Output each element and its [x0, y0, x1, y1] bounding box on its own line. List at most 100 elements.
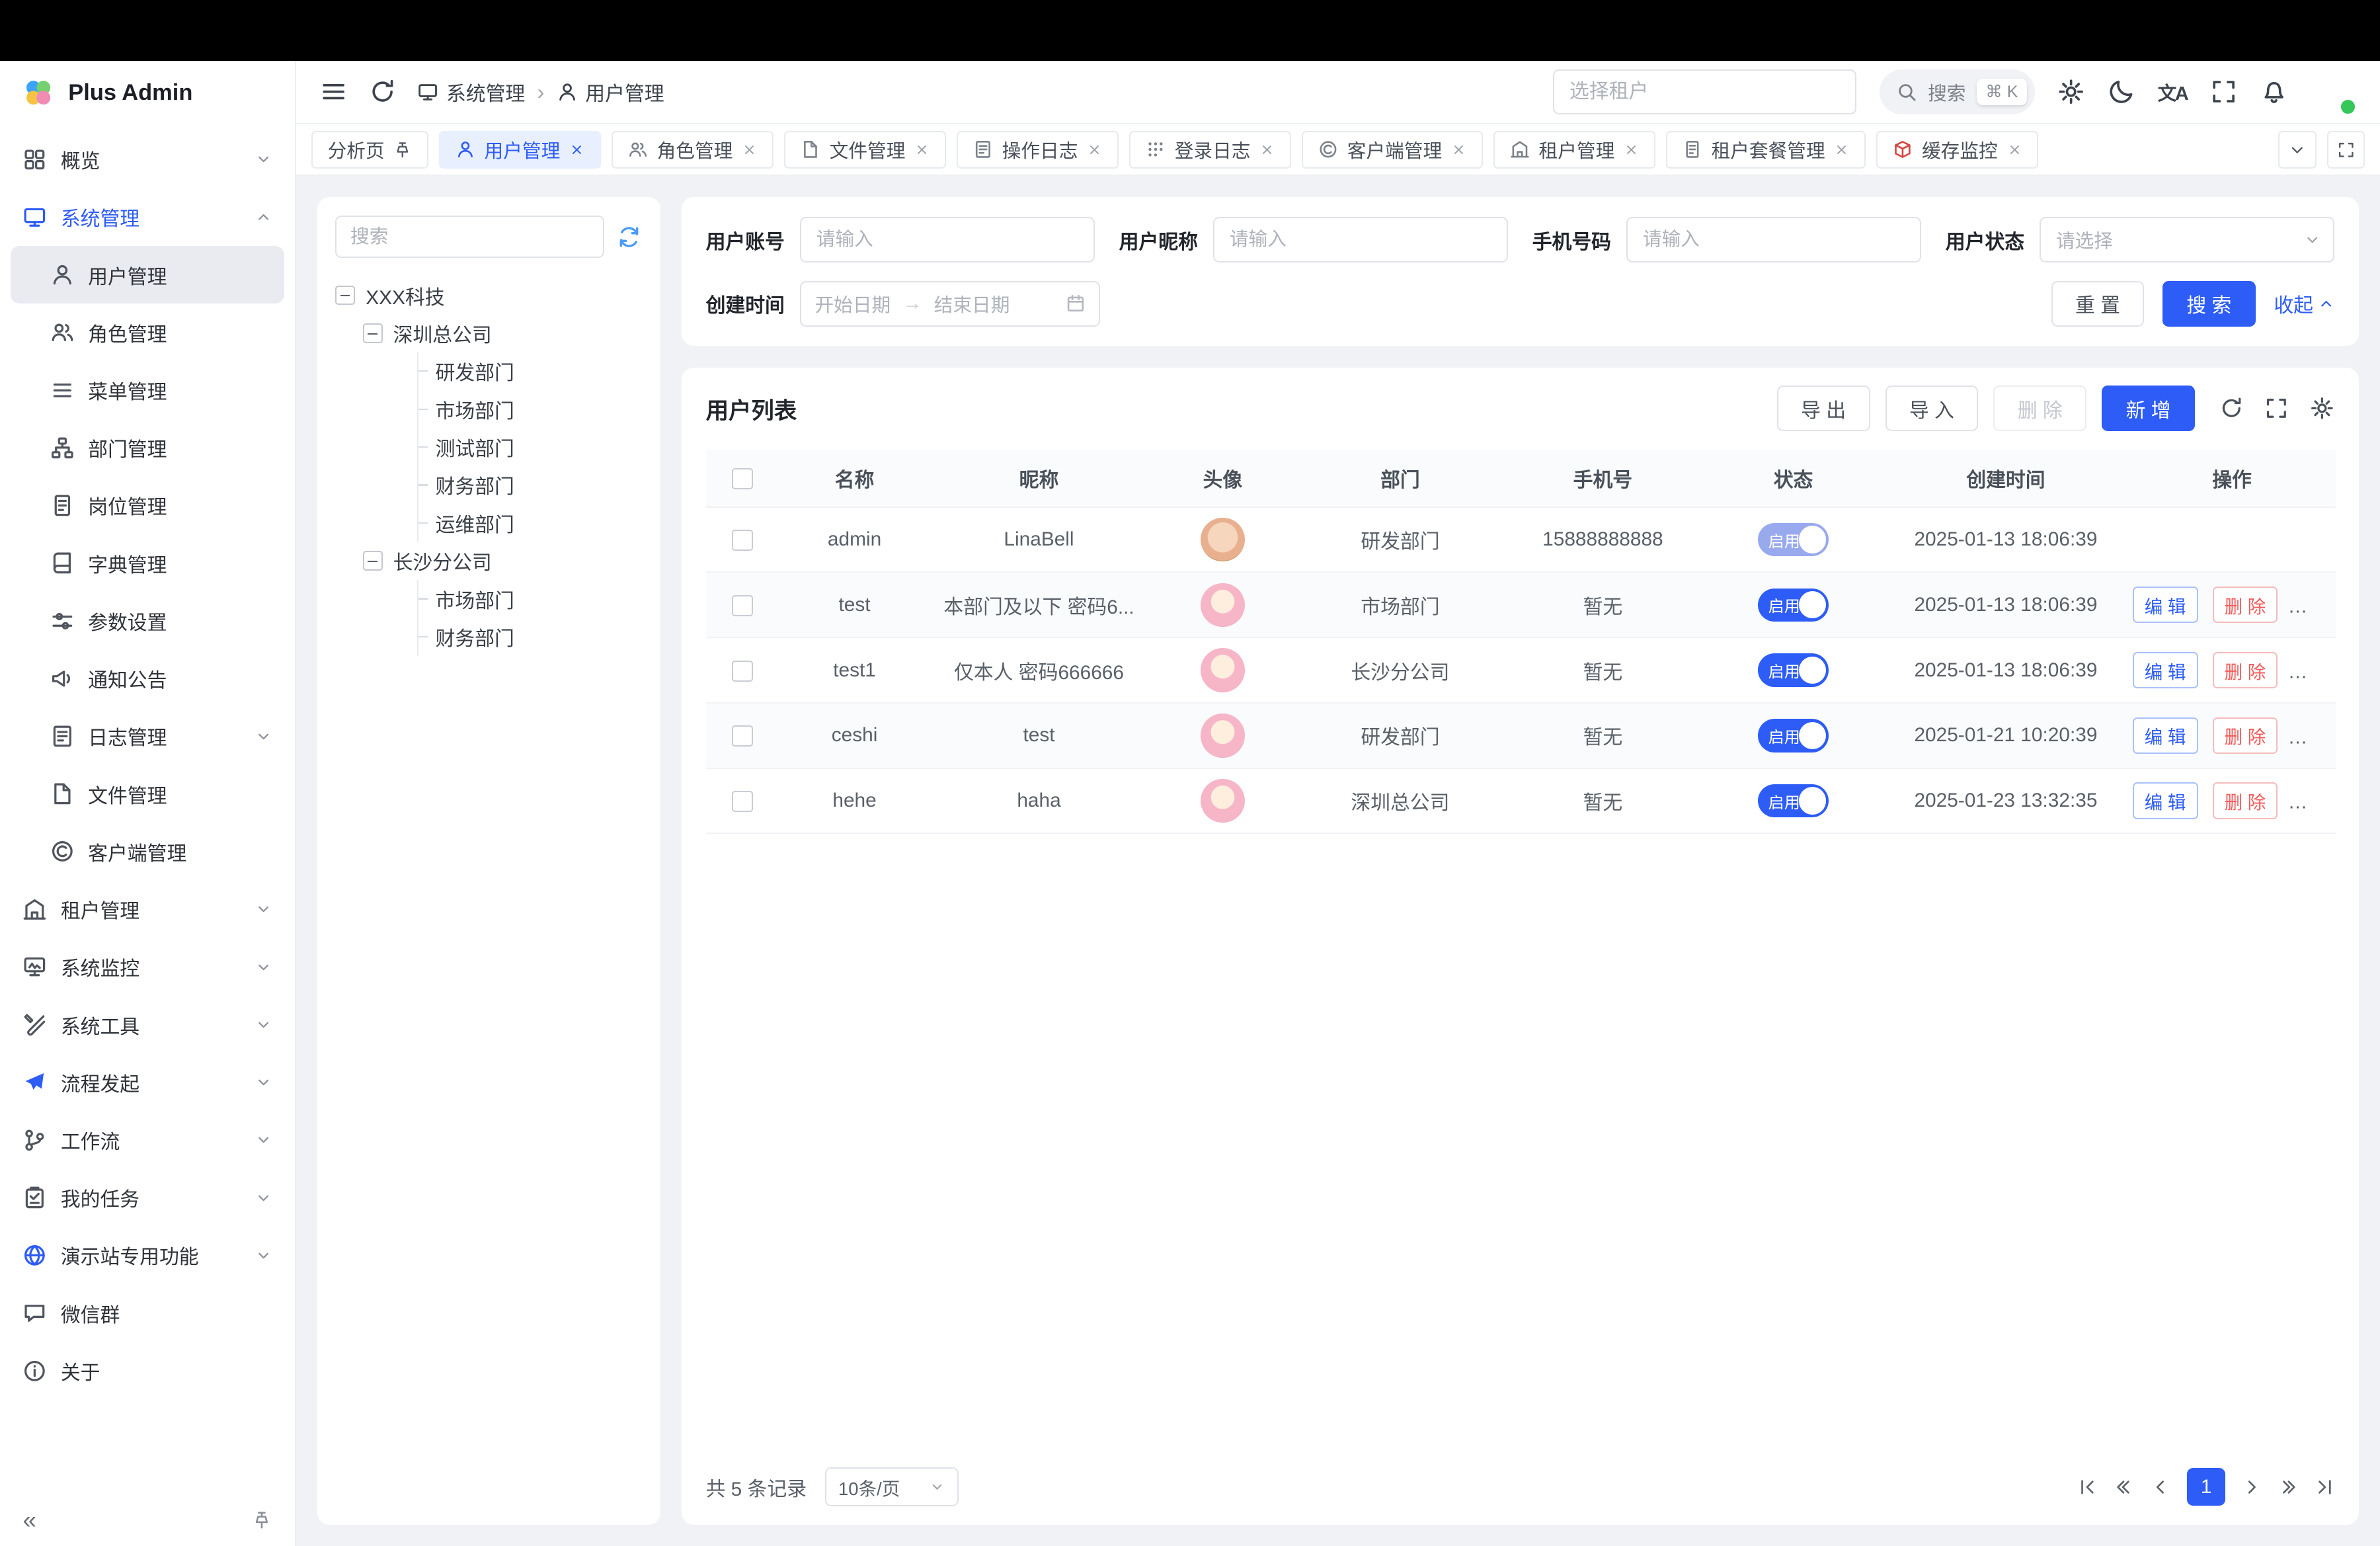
delete-button[interactable]: 删 除	[2213, 652, 2278, 688]
sidebar-item-tenant-mgmt[interactable]: 租户管理	[0, 880, 295, 938]
sidebar-item-post-mgmt[interactable]: 岗位管理	[0, 477, 295, 534]
tree-leaf-dept[interactable]: 财务部门	[418, 466, 642, 504]
phone-input[interactable]	[1626, 217, 1921, 263]
collapse-filters-link[interactable]: 收起	[2274, 289, 2334, 318]
tree-leaf-dept[interactable]: 测试部门	[418, 428, 642, 466]
status-toggle[interactable]: 启用	[1758, 784, 1829, 818]
tree-node-company[interactable]: 长沙分公司	[363, 542, 642, 580]
edit-button[interactable]: 编 辑	[2133, 782, 2198, 819]
dark-mode-moon-icon[interactable]	[2108, 78, 2135, 105]
delete-button[interactable]: 删 除	[2213, 782, 2278, 819]
sidebar-item-menu-mgmt[interactable]: 菜单管理	[0, 361, 295, 419]
tab-user-mgmt[interactable]: 用户管理	[439, 131, 601, 169]
close-icon[interactable]	[914, 142, 930, 157]
row-checkbox[interactable]	[732, 725, 753, 747]
sidebar-item-workflow[interactable]: 工作流	[0, 1111, 295, 1168]
row-checkbox[interactable]	[732, 791, 753, 812]
user-avatar-button[interactable]	[2310, 69, 2356, 115]
delete-button[interactable]: 删 除	[2213, 587, 2278, 623]
tab-tenant-mgmt[interactable]: 租户管理	[1493, 131, 1655, 169]
close-icon[interactable]	[1624, 142, 1639, 157]
tree-leaf-dept[interactable]: 市场部门	[418, 580, 642, 618]
refresh-icon[interactable]	[369, 78, 396, 105]
sidebar-item-my-tasks[interactable]: 我的任务	[0, 1169, 295, 1227]
delete-button[interactable]: 删 除	[1993, 386, 2086, 431]
prev-page-icon[interactable]	[2151, 1477, 2170, 1497]
row-checkbox[interactable]	[732, 661, 753, 682]
tab-client-mgmt[interactable]: 客户端管理	[1302, 131, 1483, 169]
prev-multi-page-icon[interactable]	[2114, 1477, 2134, 1497]
tree-collapse-icon[interactable]	[363, 323, 383, 343]
tab-login-log[interactable]: 登录日志	[1129, 131, 1291, 169]
gear-icon[interactable]	[2057, 78, 2084, 105]
next-multi-page-icon[interactable]	[2278, 1477, 2298, 1497]
reset-button[interactable]: 重 置	[2051, 281, 2145, 327]
next-page-icon[interactable]	[2242, 1477, 2262, 1497]
account-input[interactable]	[800, 217, 1095, 263]
page-size-select[interactable]: 10条/页	[825, 1467, 959, 1507]
import-button[interactable]: 导 入	[1885, 386, 1979, 431]
sidebar-item-process-start[interactable]: 流程发起	[0, 1053, 295, 1111]
global-search-button[interactable]: 搜索 ⌘ K	[1880, 69, 2035, 115]
more-button[interactable]: 更多	[2292, 782, 2336, 819]
delete-button[interactable]: 删 除	[2213, 717, 2278, 754]
last-page-icon[interactable]	[2315, 1477, 2334, 1497]
first-page-icon[interactable]	[2078, 1477, 2098, 1497]
edit-button[interactable]: 编 辑	[2133, 587, 2198, 623]
more-button[interactable]: 更多	[2292, 587, 2336, 623]
status-toggle[interactable]: 启用	[1758, 589, 1829, 622]
sidebar-item-about[interactable]: 关于	[0, 1342, 295, 1399]
status-select[interactable]: 请选择	[2040, 217, 2334, 263]
select-all-checkbox[interactable]	[732, 468, 753, 489]
search-button[interactable]: 搜 索	[2162, 281, 2256, 327]
fullscreen-icon[interactable]	[2210, 78, 2237, 105]
sidebar-item-user-mgmt[interactable]: 用户管理	[11, 246, 284, 304]
more-button[interactable]: 更多	[2292, 652, 2336, 688]
edit-button[interactable]: 编 辑	[2133, 717, 2198, 754]
close-icon[interactable]	[742, 142, 757, 157]
tree-leaf-dept[interactable]: 财务部门	[418, 618, 642, 655]
sidebar-item-client-mgmt[interactable]: 客户端管理	[0, 823, 295, 880]
sidebar-item-system-monitor[interactable]: 系统监控	[0, 938, 295, 996]
content-fullscreen-button[interactable]	[2327, 131, 2365, 169]
status-toggle[interactable]: 启用	[1758, 523, 1829, 557]
tree-leaf-dept[interactable]: 运维部门	[418, 504, 642, 542]
row-checkbox[interactable]	[732, 595, 753, 616]
column-settings-gear-icon[interactable]	[2310, 396, 2334, 421]
export-button[interactable]: 导 出	[1777, 386, 1870, 431]
tree-refresh-icon[interactable]	[616, 224, 642, 250]
tab-role-mgmt[interactable]: 角色管理	[612, 131, 774, 169]
sidebar-item-wechat-group[interactable]: 微信群	[0, 1284, 295, 1342]
tab-tenant-package-mgmt[interactable]: 租户套餐管理	[1666, 131, 1866, 169]
sidebar-item-file-mgmt[interactable]: 文件管理	[0, 765, 295, 823]
edit-button[interactable]: 编 辑	[2133, 652, 2198, 688]
sidebar-item-system-mgmt[interactable]: 系统管理	[0, 188, 295, 246]
close-icon[interactable]	[1451, 142, 1466, 157]
tree-collapse-icon[interactable]	[363, 551, 383, 571]
breadcrumb-system-mgmt[interactable]: 系统管理	[417, 77, 525, 106]
sidebar-collapse-button[interactable]: «	[22, 1508, 36, 1533]
more-button[interactable]: 更多	[2292, 717, 2336, 754]
date-range-picker[interactable]: 开始日期 → 结束日期	[800, 281, 1101, 327]
sidebar-item-demo-features[interactable]: 演示站专用功能	[0, 1227, 295, 1284]
hamburger-icon[interactable]	[320, 78, 347, 105]
tree-node-root[interactable]: XXX科技	[335, 276, 642, 314]
tab-list-dropdown-button[interactable]	[2278, 131, 2316, 169]
close-icon[interactable]	[1834, 142, 1849, 157]
translate-icon[interactable]: 文A	[2158, 79, 2188, 106]
close-icon[interactable]	[1259, 142, 1275, 157]
status-toggle[interactable]: 启用	[1758, 653, 1829, 687]
status-toggle[interactable]: 启用	[1758, 719, 1829, 753]
pin-icon[interactable]	[393, 141, 412, 159]
pin-icon[interactable]	[252, 1510, 272, 1530]
close-icon[interactable]	[1087, 142, 1102, 157]
fullscreen-icon[interactable]	[2264, 396, 2289, 421]
nickname-input[interactable]	[1213, 217, 1508, 263]
bell-icon[interactable]	[2260, 78, 2287, 105]
sidebar-item-notice[interactable]: 通知公告	[0, 650, 295, 708]
sidebar-item-param-settings[interactable]: 参数设置	[0, 592, 295, 649]
sidebar-item-dict-mgmt[interactable]: 字典管理	[0, 534, 295, 592]
tree-collapse-icon[interactable]	[335, 286, 355, 305]
sidebar-item-log-mgmt[interactable]: 日志管理	[0, 708, 295, 765]
tree-node-company[interactable]: 深圳总公司	[363, 314, 642, 352]
